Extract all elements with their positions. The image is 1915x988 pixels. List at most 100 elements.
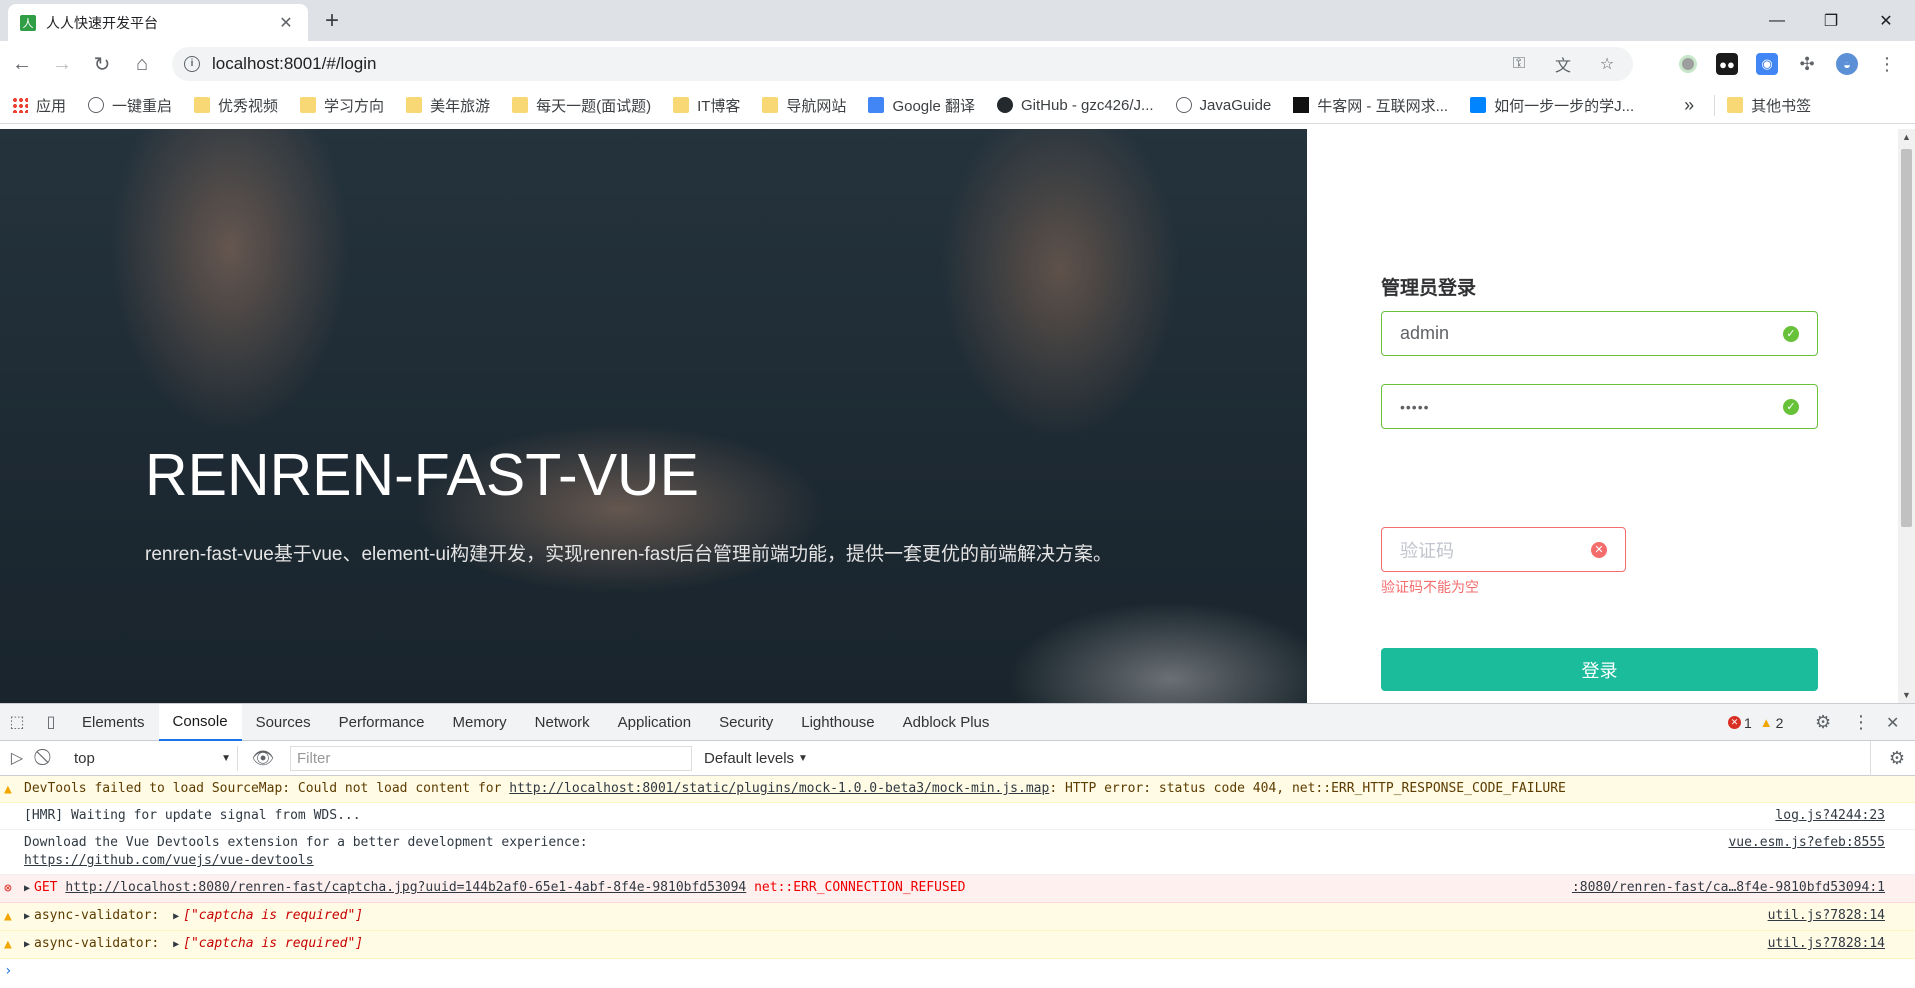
error-count: 1 xyxy=(1744,714,1752,731)
extension-chrome-icon[interactable]: ◉ xyxy=(1756,53,1778,75)
warning-icon: ▲ xyxy=(4,909,12,924)
page-scrollbar[interactable]: ▲ ▼ xyxy=(1898,129,1915,703)
password-value[interactable]: ••••• xyxy=(1400,399,1783,415)
console-settings-icon[interactable]: ⚙ xyxy=(1880,741,1914,776)
console-message[interactable]: [HMR] Waiting for update signal from WDS… xyxy=(0,803,1915,830)
filter-placeholder: Filter xyxy=(297,749,331,767)
close-window-icon[interactable]: ✕ xyxy=(1858,0,1914,41)
address-url[interactable]: localhost:8001/#/login xyxy=(212,54,1489,74)
site-info-icon[interactable]: i xyxy=(184,56,200,72)
captcha-field[interactable]: 验证码 ✕ xyxy=(1381,527,1626,572)
console-message[interactable]: ▲ ▶ async-validator: ▶ ["captcha is requir… xyxy=(0,931,1915,959)
browser-tab[interactable]: 人 人人快速开发平台 ✕ xyxy=(8,4,308,41)
context-selector[interactable]: top ▼ xyxy=(68,745,238,771)
message-link[interactable]: http://localhost:8080/renren-fast/captch… xyxy=(65,880,746,895)
console-message[interactable]: Download the Vue Devtools extension for … xyxy=(0,830,1915,875)
devtools-close-icon[interactable]: ✕ xyxy=(1886,704,1899,741)
minimize-window-icon[interactable]: — xyxy=(1749,0,1805,41)
message-link[interactable]: https://github.com/vuejs/vue-devtools xyxy=(24,853,314,868)
forward-arrow-icon[interactable]: → xyxy=(48,50,76,78)
console-message[interactable]: ⊗ ▶ GET http://localhost:8080/renren-fast… xyxy=(0,875,1915,903)
login-button[interactable]: 登录 xyxy=(1381,648,1818,691)
tab-close-icon[interactable]: ✕ xyxy=(276,13,296,33)
message-source-link[interactable]: util.js?7828:14 xyxy=(1768,907,1885,925)
tab-performance[interactable]: Performance xyxy=(325,704,439,741)
translate-icon[interactable]: 文 xyxy=(1549,52,1577,76)
extension-tampermonkey-icon[interactable]: ●● xyxy=(1716,53,1738,75)
tab-network[interactable]: Network xyxy=(521,704,604,741)
tab-sources[interactable]: Sources xyxy=(242,704,325,741)
scroll-down-icon[interactable]: ▼ xyxy=(1898,687,1915,703)
address-bar[interactable]: i localhost:8001/#/login ⚿ 文 ☆ xyxy=(172,47,1633,81)
expand-arrow-icon[interactable]: ▶ xyxy=(173,939,179,950)
expand-arrow-icon[interactable]: ▶ xyxy=(24,883,30,894)
scroll-thumb[interactable] xyxy=(1901,149,1912,527)
bookmark-item[interactable]: IT博客 xyxy=(673,95,740,116)
scroll-up-icon[interactable]: ▲ xyxy=(1898,129,1915,145)
live-expression-eye-icon[interactable]: 👁 xyxy=(246,741,280,776)
bookmark-item[interactable]: 优秀视频 xyxy=(194,95,278,116)
context-value: top xyxy=(74,749,95,767)
bookmark-item[interactable]: 学习方向 xyxy=(300,95,384,116)
bookmarks-overflow-button[interactable]: » xyxy=(1684,95,1694,116)
bookmark-item[interactable]: Google 翻译 xyxy=(868,95,975,116)
console-message[interactable]: ▲ DevTools failed to load SourceMap: Cou… xyxy=(0,776,1915,803)
device-toolbar-icon[interactable]: ▯ xyxy=(34,704,68,741)
login-panel: 管理员登录 admin ✓ ••••• ✓ 验证码 ✕ 验证码不能为空 登录 xyxy=(1307,129,1898,703)
bookmark-item[interactable]: 每天一题(面试题) xyxy=(512,95,651,116)
show-sidebar-icon[interactable]: ▷ xyxy=(0,741,34,776)
restore-window-icon[interactable]: ❐ xyxy=(1803,0,1859,41)
extension-circle-icon[interactable] xyxy=(1677,53,1699,75)
console-message[interactable]: ▲ ▶ async-validator: ▶ ["captcha is requir… xyxy=(0,903,1915,931)
expand-arrow-icon[interactable]: ▶ xyxy=(173,911,179,922)
message-source-link[interactable]: vue.esm.js?efeb:8555 xyxy=(1728,834,1885,852)
reload-icon[interactable]: ↻ xyxy=(88,50,116,78)
back-arrow-icon[interactable]: ← xyxy=(8,50,36,78)
username-value[interactable]: admin xyxy=(1400,323,1783,344)
bookmark-item[interactable]: 导航网站 xyxy=(762,95,846,116)
tab-memory[interactable]: Memory xyxy=(438,704,520,741)
bookmark-item[interactable]: 牛客网 - 互联网求... xyxy=(1293,95,1448,116)
password-field[interactable]: ••••• ✓ xyxy=(1381,384,1818,429)
bookmark-item[interactable]: 一键重启 xyxy=(88,95,172,116)
bookmark-item[interactable]: 如何一步一步的学J... xyxy=(1470,95,1634,116)
bookmark-item[interactable]: JavaGuide xyxy=(1175,97,1271,114)
profile-avatar[interactable]: ◒ xyxy=(1836,53,1858,75)
expand-arrow-icon[interactable]: ▶ xyxy=(24,939,30,950)
devtools-tabbar: ⬚ ▯ Elements Console Sources Performance… xyxy=(0,703,1915,741)
message-source-link[interactable]: log.js?4244:23 xyxy=(1775,807,1885,825)
bookmark-star-icon[interactable]: ☆ xyxy=(1593,54,1621,74)
tab-console[interactable]: Console xyxy=(158,703,242,741)
tab-adblock-plus[interactable]: Adblock Plus xyxy=(889,704,1004,741)
expand-arrow-icon[interactable]: ▶ xyxy=(24,911,30,922)
tab-security[interactable]: Security xyxy=(705,704,787,741)
clear-console-icon[interactable]: ⃠ xyxy=(34,741,58,776)
tab-application[interactable]: Application xyxy=(604,704,705,741)
devtools-settings-icon[interactable]: ⚙ xyxy=(1815,704,1831,741)
other-bookmarks[interactable]: 其他书签 xyxy=(1714,94,1811,116)
message-text: async-validator: xyxy=(34,936,160,951)
inspect-element-icon[interactable]: ⬚ xyxy=(0,704,34,741)
message-value: ["captcha is required"] xyxy=(183,936,364,951)
chrome-menu-icon[interactable]: ⋮ xyxy=(1876,53,1898,75)
error-badge-icon: ✕ xyxy=(1728,716,1741,729)
message-source-link[interactable]: :8080/renren-fast/ca…8f4e-9810bfd53094:1 xyxy=(1572,879,1885,897)
bookmark-item[interactable]: GitHub - gzc426/J... xyxy=(996,97,1154,114)
captcha-placeholder[interactable]: 验证码 xyxy=(1400,537,1591,563)
username-field[interactable]: admin ✓ xyxy=(1381,311,1818,356)
message-link[interactable]: http://localhost:8001/static/plugins/moc… xyxy=(509,781,1049,796)
home-icon[interactable]: ⌂ xyxy=(128,50,156,78)
log-levels-dropdown[interactable]: Default levels ▼ xyxy=(704,750,808,767)
issue-counter[interactable]: ✕ 1 ▲ 2 xyxy=(1728,704,1783,741)
new-tab-button[interactable]: + xyxy=(318,8,346,36)
bookmark-apps[interactable]: 应用 xyxy=(12,95,66,116)
key-icon[interactable]: ⚿ xyxy=(1505,55,1533,73)
devtools-more-icon[interactable]: ⋮ xyxy=(1852,704,1870,741)
extensions-puzzle-icon[interactable]: ✣ xyxy=(1796,53,1818,75)
tab-elements[interactable]: Elements xyxy=(68,704,159,741)
console-prompt[interactable]: › xyxy=(0,959,1915,983)
console-filter-input[interactable]: Filter xyxy=(290,745,692,771)
bookmark-item[interactable]: 美年旅游 xyxy=(406,95,490,116)
message-source-link[interactable]: util.js?7828:14 xyxy=(1768,935,1885,953)
tab-lighthouse[interactable]: Lighthouse xyxy=(787,704,888,741)
